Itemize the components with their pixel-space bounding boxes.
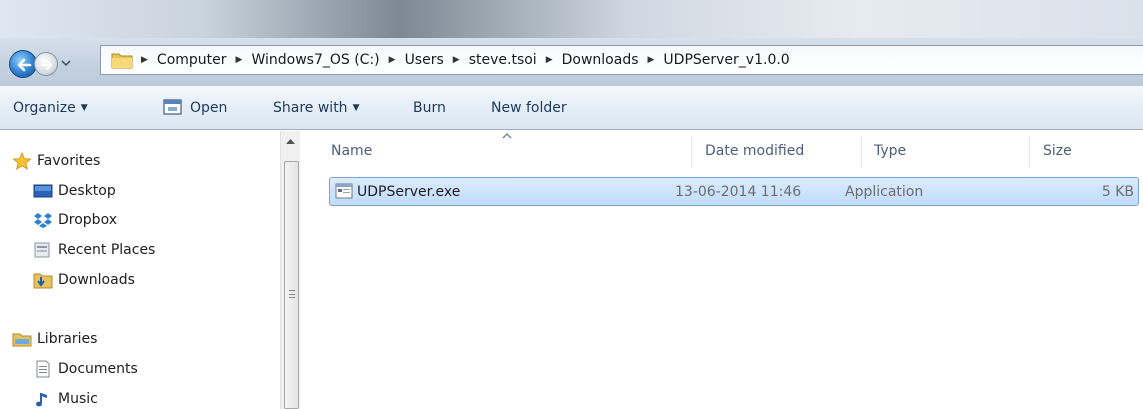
breadcrumb-drive[interactable]: ▶ Windows7_OS (C:) [236, 52, 389, 68]
grip-icon [289, 290, 295, 298]
burn-label: Burn [413, 100, 446, 116]
column-header-date-modified[interactable]: Date modified [705, 143, 804, 159]
open-label: Open [190, 100, 228, 116]
new-folder-button[interactable]: New folder [491, 100, 567, 116]
nav-item-label: Desktop [58, 183, 116, 199]
file-name: UDPServer.exe [357, 184, 461, 200]
chevron-down-icon: ▼ [352, 103, 360, 113]
organize-button[interactable]: Organize ▼ [13, 100, 88, 116]
breadcrumb-computer[interactable]: ▶ Computer [141, 52, 236, 68]
nav-item-documents[interactable]: Documents [33, 357, 138, 381]
file-date-modified: 13-06-2014 11:46 [675, 184, 802, 200]
share-with-label: Share with [273, 100, 348, 116]
column-divider[interactable] [1029, 136, 1030, 168]
nav-item-label: Recent Places [58, 242, 156, 258]
forward-arrow-icon [41, 60, 52, 70]
desktop-icon [33, 184, 53, 198]
share-with-button[interactable]: Share with ▼ [273, 100, 359, 116]
breadcrumb-current-folder[interactable]: ▶ UDPServer_v1.0.0 [648, 52, 799, 68]
navigation-pane: Favorites Desktop Dropbox Recent Places … [0, 131, 300, 409]
downloads-folder-icon [33, 273, 53, 289]
nav-item-recent-places[interactable]: Recent Places [33, 238, 155, 262]
nav-item-label: Downloads [58, 272, 135, 288]
file-list-pane: Name Date modified Type Size UDPServer.e… [301, 131, 1143, 409]
column-header-size[interactable]: Size [1043, 143, 1072, 159]
nav-item-music[interactable]: Music [33, 387, 98, 409]
scrollbar-thumb[interactable] [284, 161, 299, 409]
nav-item-label: Documents [58, 361, 138, 377]
file-type: Application [845, 184, 924, 200]
new-folder-label: New folder [491, 100, 567, 116]
breadcrumb-user-folder[interactable]: ▶ steve.tsoi [453, 52, 546, 68]
libraries-label: Libraries [37, 331, 98, 347]
nav-item-label: Music [58, 391, 98, 407]
open-file-icon [163, 99, 182, 115]
nav-item-dropbox[interactable]: Dropbox [33, 208, 117, 232]
favorites-label: Favorites [37, 153, 101, 169]
window-title-bar [0, 0, 1143, 38]
recent-places-icon [34, 242, 50, 258]
file-row-selected[interactable]: UDPServer.exe 13-06-2014 11:46 Applicati… [329, 177, 1139, 206]
chevron-down-icon: ▼ [80, 103, 88, 113]
address-bar[interactable]: ▶ Computer ▶ Windows7_OS (C:) ▶ Users ▶ stev… [100, 45, 1143, 75]
open-button[interactable]: Open [190, 100, 227, 116]
scroll-up-icon[interactable] [284, 136, 297, 146]
back-button[interactable] [9, 50, 37, 78]
nav-item-desktop[interactable]: Desktop [33, 179, 116, 203]
star-icon [12, 152, 32, 170]
application-exe-icon [335, 183, 353, 199]
music-note-icon [36, 393, 47, 407]
column-header-name[interactable]: Name [331, 143, 372, 159]
file-size: 5 KB [1101, 184, 1134, 200]
favorites-header[interactable]: Favorites [12, 149, 100, 173]
libraries-header[interactable]: Libraries [12, 327, 97, 351]
column-divider[interactable] [861, 136, 862, 168]
recent-pages-dropdown-icon[interactable] [60, 56, 72, 70]
column-divider[interactable] [691, 136, 692, 168]
breadcrumb-downloads[interactable]: ▶ Downloads [546, 52, 648, 68]
document-icon [36, 360, 50, 378]
burn-button[interactable]: Burn [413, 100, 446, 116]
navigation-scrollbar[interactable] [280, 131, 300, 409]
nav-item-label: Dropbox [58, 212, 117, 228]
library-icon [12, 333, 32, 347]
nav-item-downloads[interactable]: Downloads [33, 268, 135, 292]
breadcrumb-users[interactable]: ▶ Users [389, 52, 453, 68]
organize-label: Organize [13, 100, 76, 116]
column-header-type[interactable]: Type [874, 143, 906, 159]
back-arrow-icon [17, 58, 32, 72]
sort-ascending-icon [502, 133, 512, 139]
dropbox-icon [34, 213, 52, 228]
command-bar: Organize ▼ Open Share with ▼ Burn New fold… [0, 86, 1143, 130]
forward-button[interactable] [34, 52, 58, 76]
folder-icon [111, 53, 133, 69]
